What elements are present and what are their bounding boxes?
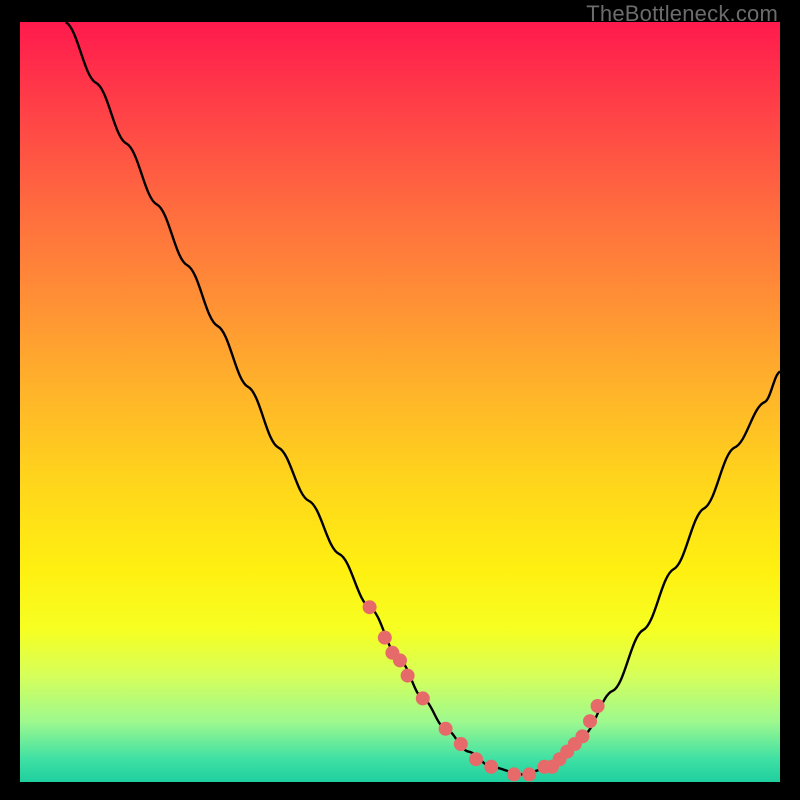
- highlight-dot: [522, 767, 536, 781]
- highlight-dot: [507, 767, 521, 781]
- highlight-dot: [363, 600, 377, 614]
- highlight-dot: [454, 737, 468, 751]
- highlight-dot: [393, 653, 407, 667]
- plot-area: [20, 22, 780, 782]
- highlight-dot: [378, 631, 392, 645]
- highlight-dot: [416, 691, 430, 705]
- highlight-dot: [439, 722, 453, 736]
- highlight-dot: [591, 699, 605, 713]
- highlight-dot: [401, 669, 415, 683]
- curve-layer: [20, 22, 780, 782]
- highlight-dot: [575, 729, 589, 743]
- highlight-dots: [363, 600, 605, 781]
- chart-frame: TheBottleneck.com: [0, 0, 800, 800]
- highlight-dot: [583, 714, 597, 728]
- highlight-dot: [469, 752, 483, 766]
- bottleneck-curve: [66, 22, 780, 774]
- highlight-dot: [484, 760, 498, 774]
- watermark-label: TheBottleneck.com: [586, 1, 778, 27]
